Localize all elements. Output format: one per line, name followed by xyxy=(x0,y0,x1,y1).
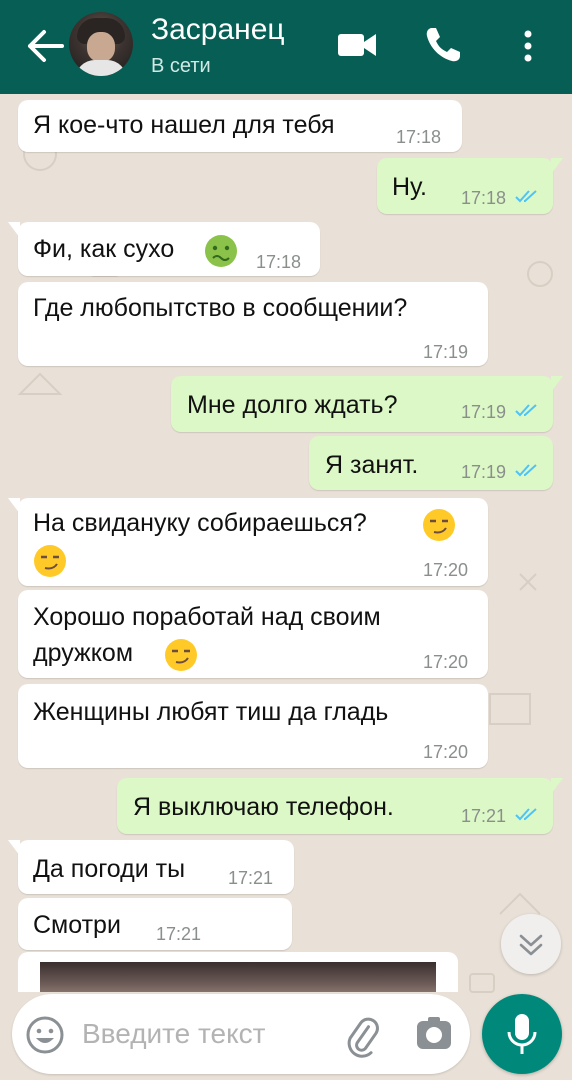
message-time: 17:19 xyxy=(423,342,469,362)
message-text: Хорошо поработай над своим xyxy=(33,603,381,631)
incoming-message[interactable]: Где любопытство в сообщении? 17:19 xyxy=(18,282,488,366)
message-text: Ну. xyxy=(392,173,427,201)
outgoing-message[interactable]: Я занят. 17:19 xyxy=(309,436,553,490)
incoming-message[interactable]: Я кое-что нашел для тебя 17:18 xyxy=(18,100,462,152)
incoming-message[interactable]: Хорошо поработай над своим дружком 17:20 xyxy=(18,590,488,678)
message-time: 17:20 xyxy=(423,560,469,580)
message-text: дружком xyxy=(33,639,134,667)
outgoing-message[interactable]: Ну. 17:18 xyxy=(377,158,563,214)
message-time: 17:20 xyxy=(423,652,469,672)
incoming-message[interactable]: На свидануку собираешься? 17:20 xyxy=(8,498,488,586)
smirking-face-icon xyxy=(34,545,66,577)
emoji-icon[interactable] xyxy=(24,1014,66,1056)
outgoing-message[interactable]: Мне долго ждать? 17:19 xyxy=(171,376,563,432)
mic-icon xyxy=(507,1014,537,1054)
camera-icon[interactable] xyxy=(414,1014,454,1054)
message-time: 17:20 xyxy=(423,742,469,762)
message-time: 17:19 xyxy=(461,402,507,422)
read-receipt-icon xyxy=(515,190,537,203)
incoming-message[interactable]: Да погоди ты 17:21 xyxy=(8,840,294,894)
message-text: Фи, как сухо xyxy=(33,235,175,263)
read-receipt-icon xyxy=(515,404,537,417)
attach-icon[interactable] xyxy=(340,1014,384,1058)
message-input[interactable] xyxy=(82,1012,332,1056)
message-text: Где любопытство в сообщении? xyxy=(33,294,408,322)
video-call-icon[interactable] xyxy=(336,28,378,62)
message-text: На свидануку собираешься? xyxy=(33,509,367,537)
back-arrow-icon[interactable] xyxy=(22,26,66,66)
chat-header: Засранец В сети xyxy=(0,0,572,94)
double-chevron-down-icon xyxy=(519,934,543,956)
nauseated-face-icon xyxy=(205,235,237,267)
incoming-message[interactable]: Смотри 17:21 xyxy=(18,898,292,950)
message-time: 17:18 xyxy=(256,252,302,272)
message-text: Я занят. xyxy=(325,451,419,479)
message-text: Мне долго ждать? xyxy=(187,391,398,419)
smirking-face-icon xyxy=(423,509,455,541)
incoming-photo-message[interactable] xyxy=(18,952,458,992)
message-time: 17:18 xyxy=(461,188,507,208)
smirking-face-icon xyxy=(165,639,197,671)
message-text: Да погоди ты xyxy=(33,855,186,883)
message-text: Смотри xyxy=(33,911,121,939)
message-time: 17:21 xyxy=(461,806,507,826)
phone-icon[interactable] xyxy=(420,22,466,68)
contact-status: В сети xyxy=(151,55,211,77)
mic-button[interactable] xyxy=(482,994,562,1074)
photo-preview[interactable] xyxy=(40,962,436,992)
read-receipt-icon xyxy=(515,464,537,477)
message-time: 17:18 xyxy=(396,127,442,147)
message-text: Женщины любят тиш да гладь xyxy=(33,698,389,726)
message-time: 17:21 xyxy=(228,868,274,888)
message-text: Я кое-что нашел для тебя xyxy=(33,111,335,139)
message-text: Я выключаю телефон. xyxy=(133,793,394,821)
message-time: 17:21 xyxy=(156,924,202,944)
more-vert-icon[interactable] xyxy=(510,24,546,68)
message-composer xyxy=(12,994,470,1074)
scroll-to-bottom-button[interactable] xyxy=(501,914,561,974)
outgoing-message[interactable]: Я выключаю телефон. 17:21 xyxy=(117,778,563,834)
message-time: 17:19 xyxy=(461,462,507,482)
contact-name[interactable]: Засранец xyxy=(151,13,285,47)
incoming-message[interactable]: Женщины любят тиш да гладь 17:20 xyxy=(18,684,488,768)
incoming-message[interactable]: Фи, как сухо 17:18 xyxy=(8,222,320,276)
read-receipt-icon xyxy=(515,808,537,821)
contact-avatar[interactable] xyxy=(69,12,133,76)
